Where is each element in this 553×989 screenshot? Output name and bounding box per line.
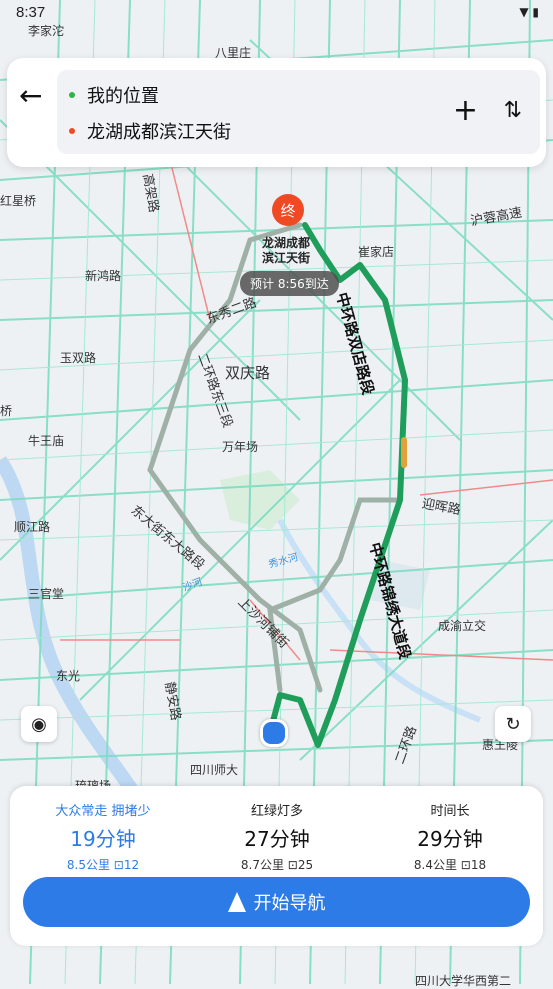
- destination-pin-icon[interactable]: 终: [272, 194, 304, 226]
- route-meta: 8.4公里 ⊡18: [413, 858, 487, 872]
- status-time: 8:37: [16, 4, 46, 21]
- destination-field[interactable]: 龙湖成都滨江天街: [69, 118, 231, 144]
- refresh-button[interactable]: ↻: [495, 706, 531, 742]
- map-label: 红星桥: [0, 194, 37, 208]
- route-search-card: ← 我的位置 龙湖成都滨江天街 + ⇅: [7, 58, 546, 167]
- destination-text: 龙湖成都滨江天街: [87, 122, 231, 143]
- route-option-1[interactable]: 大众常走 拥堵少 19分钟 8.5公里 ⊡12: [18, 800, 188, 873]
- origin-text: 我的位置: [87, 86, 159, 107]
- map-label: 桥: [0, 404, 13, 418]
- route-meta: 8.5公里 ⊡12: [66, 858, 140, 872]
- back-button[interactable]: ←: [19, 82, 47, 110]
- map-label: 万年场: [222, 440, 259, 454]
- swap-icon[interactable]: ⇅: [504, 98, 522, 123]
- route-time: 27分钟: [244, 827, 310, 851]
- route-tag: 时间长: [430, 804, 470, 819]
- route-inputs: 我的位置 龙湖成都滨江天街 + ⇅: [57, 70, 540, 154]
- status-icons: ▼ ▮: [519, 5, 539, 19]
- map-label: 顺江路: [14, 520, 51, 534]
- route-time: 29分钟: [417, 827, 483, 851]
- destination-dot-icon: [69, 128, 75, 134]
- origin-dot-icon: [69, 92, 75, 98]
- map-label: 成渝立交: [438, 619, 487, 633]
- add-waypoint-button[interactable]: +: [453, 96, 478, 126]
- map-label: 四川大学华西第二: [415, 974, 512, 988]
- route-time: 19分钟: [70, 827, 136, 851]
- map-label: 东光: [56, 669, 81, 683]
- route-tag: 大众常走 拥堵少: [55, 804, 151, 819]
- map-label: 崔家店: [358, 245, 395, 259]
- start-navigation-button[interactable]: 开始导航: [23, 877, 530, 927]
- route-option-3[interactable]: 时间长 29分钟 8.4公里 ⊡18: [365, 800, 535, 873]
- route-options-sheet: 大众常走 拥堵少 19分钟 8.5公里 ⊡12 红绿灯多 27分钟 8.7公里 …: [10, 786, 543, 946]
- map-label: 牛王庙: [28, 434, 65, 448]
- map-label: 三官堂: [28, 587, 65, 601]
- map-label: 四川师大: [190, 763, 239, 777]
- route-option-2[interactable]: 红绿灯多 27分钟 8.7公里 ⊡25: [192, 800, 362, 873]
- road-label: 双庆路: [225, 364, 271, 382]
- my-location-dot: [260, 719, 288, 747]
- eta-bubble: 预计 8:56到达: [240, 271, 339, 296]
- map-label: 李家沱: [28, 24, 65, 38]
- origin-field[interactable]: 我的位置: [69, 82, 159, 108]
- navigation-arrow-icon: [227, 892, 246, 912]
- locate-button[interactable]: ◉: [21, 706, 57, 742]
- map-label: 新鸿路: [85, 269, 122, 283]
- start-navigation-label: 开始导航: [253, 893, 326, 914]
- map-label: 玉双路: [60, 351, 97, 365]
- destination-map-label: 龙湖成都 滨江天街: [262, 236, 311, 265]
- route-tag: 红绿灯多: [250, 804, 303, 819]
- route-meta: 8.7公里 ⊡25: [240, 858, 314, 872]
